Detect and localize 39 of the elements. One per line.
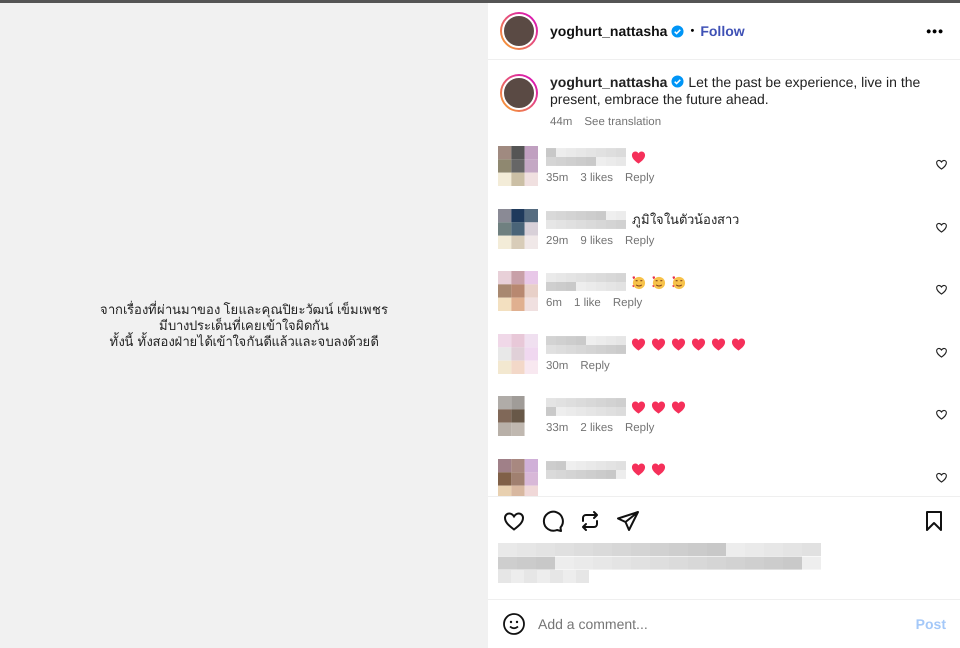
pixelated-avatar-drawing xyxy=(498,271,538,311)
timestamp: 29m xyxy=(546,234,568,246)
likes-count[interactable]: 1 like xyxy=(574,297,601,309)
timestamp: 30m xyxy=(546,360,568,372)
share-icon[interactable] xyxy=(616,509,640,533)
like-icon[interactable] xyxy=(935,220,948,234)
timestamp: 33m xyxy=(546,422,568,434)
timestamp: 44m xyxy=(550,116,572,128)
like-icon[interactable] xyxy=(935,346,948,358)
like-icon[interactable] xyxy=(935,283,948,296)
reply-link[interactable]: Reply xyxy=(580,360,610,372)
reply-link[interactable]: Reply xyxy=(624,172,654,184)
timestamp: 35m xyxy=(546,172,568,184)
timestamp: 6m xyxy=(546,297,562,309)
post-image-text: จากเรื่องที่ผ่านมาของ โยและคุณปิยะวัฒน์ เข็มเพชร มีบางประเด็นที่เคยเข้าใจผิดกัน ทั้งนี้ ทั้งสองฝ่ายได้เข้าใจกันดีแล้วและจบลงด้วยดี xyxy=(100,302,388,350)
separator: • xyxy=(690,25,694,37)
likes-count[interactable]: 3 likes xyxy=(580,172,613,184)
pixelated-avatar-drawing xyxy=(498,146,538,186)
pixelated-avatar-drawing xyxy=(498,458,538,496)
comment-text: ภูมิใจในตัวน้องสาว xyxy=(632,211,739,230)
reply-link[interactable]: Reply xyxy=(624,422,654,434)
reply-link[interactable]: Reply xyxy=(612,297,642,309)
caption-text: yoghurt_nattasha Let the past be experience, live in the present, embrace the future ahead. xyxy=(550,74,922,108)
username-link[interactable]: yoghurt_nattasha xyxy=(550,23,668,39)
pixelated-avatar-drawing xyxy=(498,208,538,248)
avatar[interactable] xyxy=(500,74,538,112)
more-options-button[interactable]: ••• xyxy=(926,23,944,39)
avatar[interactable] xyxy=(500,12,538,50)
reply-link[interactable]: Reply xyxy=(624,234,654,246)
follow-button[interactable]: Follow xyxy=(700,23,745,39)
see-translation-link[interactable]: See translation xyxy=(584,116,662,128)
comment-icon[interactable] xyxy=(540,509,564,533)
like-icon[interactable] xyxy=(935,408,948,421)
pixelated-avatar-drawing xyxy=(498,334,538,374)
like-icon[interactable] xyxy=(935,470,948,484)
emoji-icon[interactable] xyxy=(502,612,526,636)
likes-count[interactable]: 9 likes xyxy=(580,234,613,246)
likes-count[interactable]: 2 likes xyxy=(580,422,613,434)
like-icon[interactable] xyxy=(935,158,948,171)
